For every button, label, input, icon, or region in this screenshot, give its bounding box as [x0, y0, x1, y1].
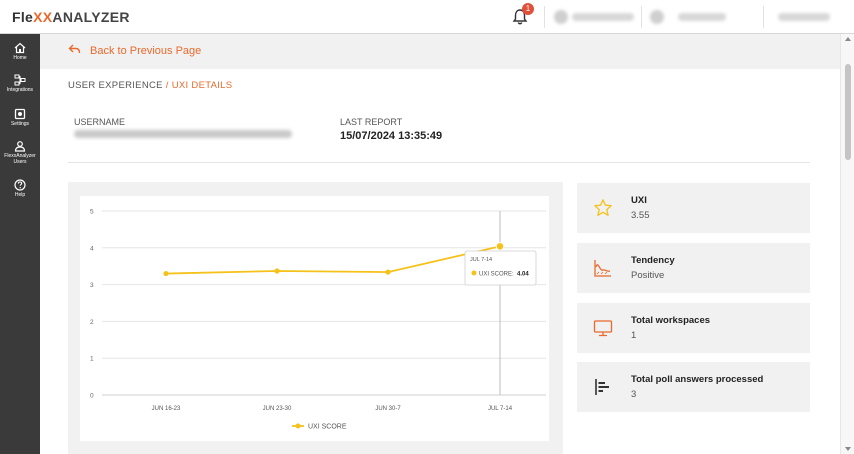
y-tick-label: 5 [90, 209, 94, 216]
scroll-down-arrow-icon[interactable] [845, 447, 851, 451]
last-report-value: 15/07/2024 13:35:49 [340, 130, 443, 142]
organization-name-blurred[interactable] [572, 13, 634, 21]
card-title: Total poll answers processed [631, 374, 764, 385]
logo-text-part2: XX [33, 9, 53, 25]
sidebar-item-integrations[interactable]: Integrations [0, 74, 40, 93]
app-logo[interactable]: FleXXANALYZER [12, 9, 130, 25]
divider [641, 6, 642, 28]
breadcrumb: USER EXPERIENCE / UXI DETAILS [68, 80, 232, 91]
card-value: Positive [631, 270, 665, 281]
org-avatar-blurred[interactable] [554, 10, 568, 24]
x-tick-label: JUL 7-14 [488, 406, 513, 412]
legend-marker [295, 423, 301, 429]
settings-icon [14, 108, 26, 120]
sidebar-item-label: Settings [10, 121, 30, 127]
y-tick-label: 1 [90, 356, 94, 363]
y-tick-label: 4 [90, 245, 94, 252]
tooltip-value: 4.04 [517, 272, 529, 278]
sidebar-item-help[interactable]: Help [0, 179, 40, 198]
legend-label: UXI SCORE [308, 424, 347, 431]
breadcrumb-root[interactable]: USER EXPERIENCE [68, 80, 163, 91]
breadcrumb-separator: / [165, 80, 169, 91]
home-icon [14, 42, 26, 54]
scroll-thumb[interactable] [845, 64, 851, 160]
card-value: 1 [631, 330, 637, 341]
card-uxi: UXI 3.55 [577, 183, 810, 233]
logo-text-part3: ANALYZER [52, 9, 130, 25]
card-total-workspaces: Total workspaces 1 [577, 303, 810, 353]
x-tick-label: JUN 30-7 [375, 406, 401, 412]
x-tick-label: JUN 16-23 [152, 406, 181, 412]
back-row: Back to Previous Page [40, 34, 840, 69]
divider [544, 6, 545, 28]
tooltip-series-dot [471, 270, 477, 276]
uxi-line-chart: 0 1 2 3 4 5 JUN 16-23 JUN 23-30 JUN 30-7 JUL 7-14… [90, 209, 546, 431]
data-point [495, 242, 505, 251]
card-value: 3 [631, 389, 637, 400]
chart-panel: 0 1 2 3 4 5 JUN 16-23 JUN 23-30 JUN 30-7 JUL 7-14… [68, 182, 563, 454]
page-scrollbar[interactable] [840, 34, 854, 454]
card-total-poll-answers: Total poll answers processed 3 [577, 362, 810, 412]
user-avatar-blurred[interactable] [650, 10, 664, 24]
card-tendency: Tendency Positive [577, 243, 810, 293]
star-icon [594, 199, 612, 216]
integrations-icon [14, 74, 26, 86]
back-to-previous-page-link[interactable]: Back to Previous Page [90, 45, 201, 57]
data-point [385, 269, 391, 275]
card-value: 3.55 [631, 210, 650, 221]
data-point [274, 268, 280, 274]
divider [763, 6, 764, 28]
logo-text-part1: Fle [12, 9, 34, 25]
card-title: UXI [631, 195, 647, 206]
user-icon [14, 141, 26, 152]
series-line-uxi-score [165, 245, 501, 275]
y-tick-label: 2 [90, 319, 94, 326]
tendency-icon [594, 260, 611, 277]
scroll-up-arrow-icon[interactable] [845, 37, 851, 41]
sidebar-item-label: Help [14, 192, 26, 198]
tooltip-title: JUL 7-14 [470, 257, 492, 263]
x-tick-label: JUN 23-30 [263, 406, 292, 412]
y-tick-label: 3 [90, 282, 94, 289]
username-value-blurred [74, 130, 292, 138]
y-tick-label: 0 [90, 393, 94, 400]
sidebar-item-settings[interactable]: Settings [0, 108, 40, 127]
username-label: USERNAME [74, 117, 126, 127]
user-name-blurred[interactable] [678, 13, 726, 21]
back-arrow-icon[interactable] [68, 44, 81, 55]
account-menu-blurred[interactable] [778, 13, 830, 21]
chart-card: 0 1 2 3 4 5 JUN 16-23 JUN 23-30 JUN 30-7 JUL 7-14… [80, 196, 549, 441]
sidebar: Home Integrations Settings FlexxAnalyzer… [0, 34, 40, 454]
data-point [163, 270, 169, 277]
monitor-icon [593, 320, 613, 337]
notification-badge: 1 [522, 3, 534, 15]
card-title: Tendency [631, 255, 675, 266]
bar-list-icon [595, 379, 609, 395]
divider [68, 162, 810, 163]
sidebar-item-label: FlexxAnalyzer Users [4, 153, 36, 165]
main-content: USER EXPERIENCE / UXI DETAILS USERNAME LAS… [40, 69, 840, 454]
help-icon [14, 179, 26, 191]
top-bar: FleXXANALYZER 1 [0, 0, 854, 34]
sidebar-item-flexxanalyzer-users[interactable]: FlexxAnalyzer Users [0, 140, 40, 165]
tooltip-label: UXI SCORE: [479, 272, 514, 278]
last-report-label: LAST REPORT [340, 117, 403, 127]
sidebar-item-label: Integrations [6, 87, 34, 93]
card-title: Total workspaces [631, 315, 711, 326]
sidebar-item-label: Home [13, 55, 27, 61]
sidebar-item-home[interactable]: Home [0, 42, 40, 61]
breadcrumb-current: UXI DETAILS [171, 80, 233, 91]
